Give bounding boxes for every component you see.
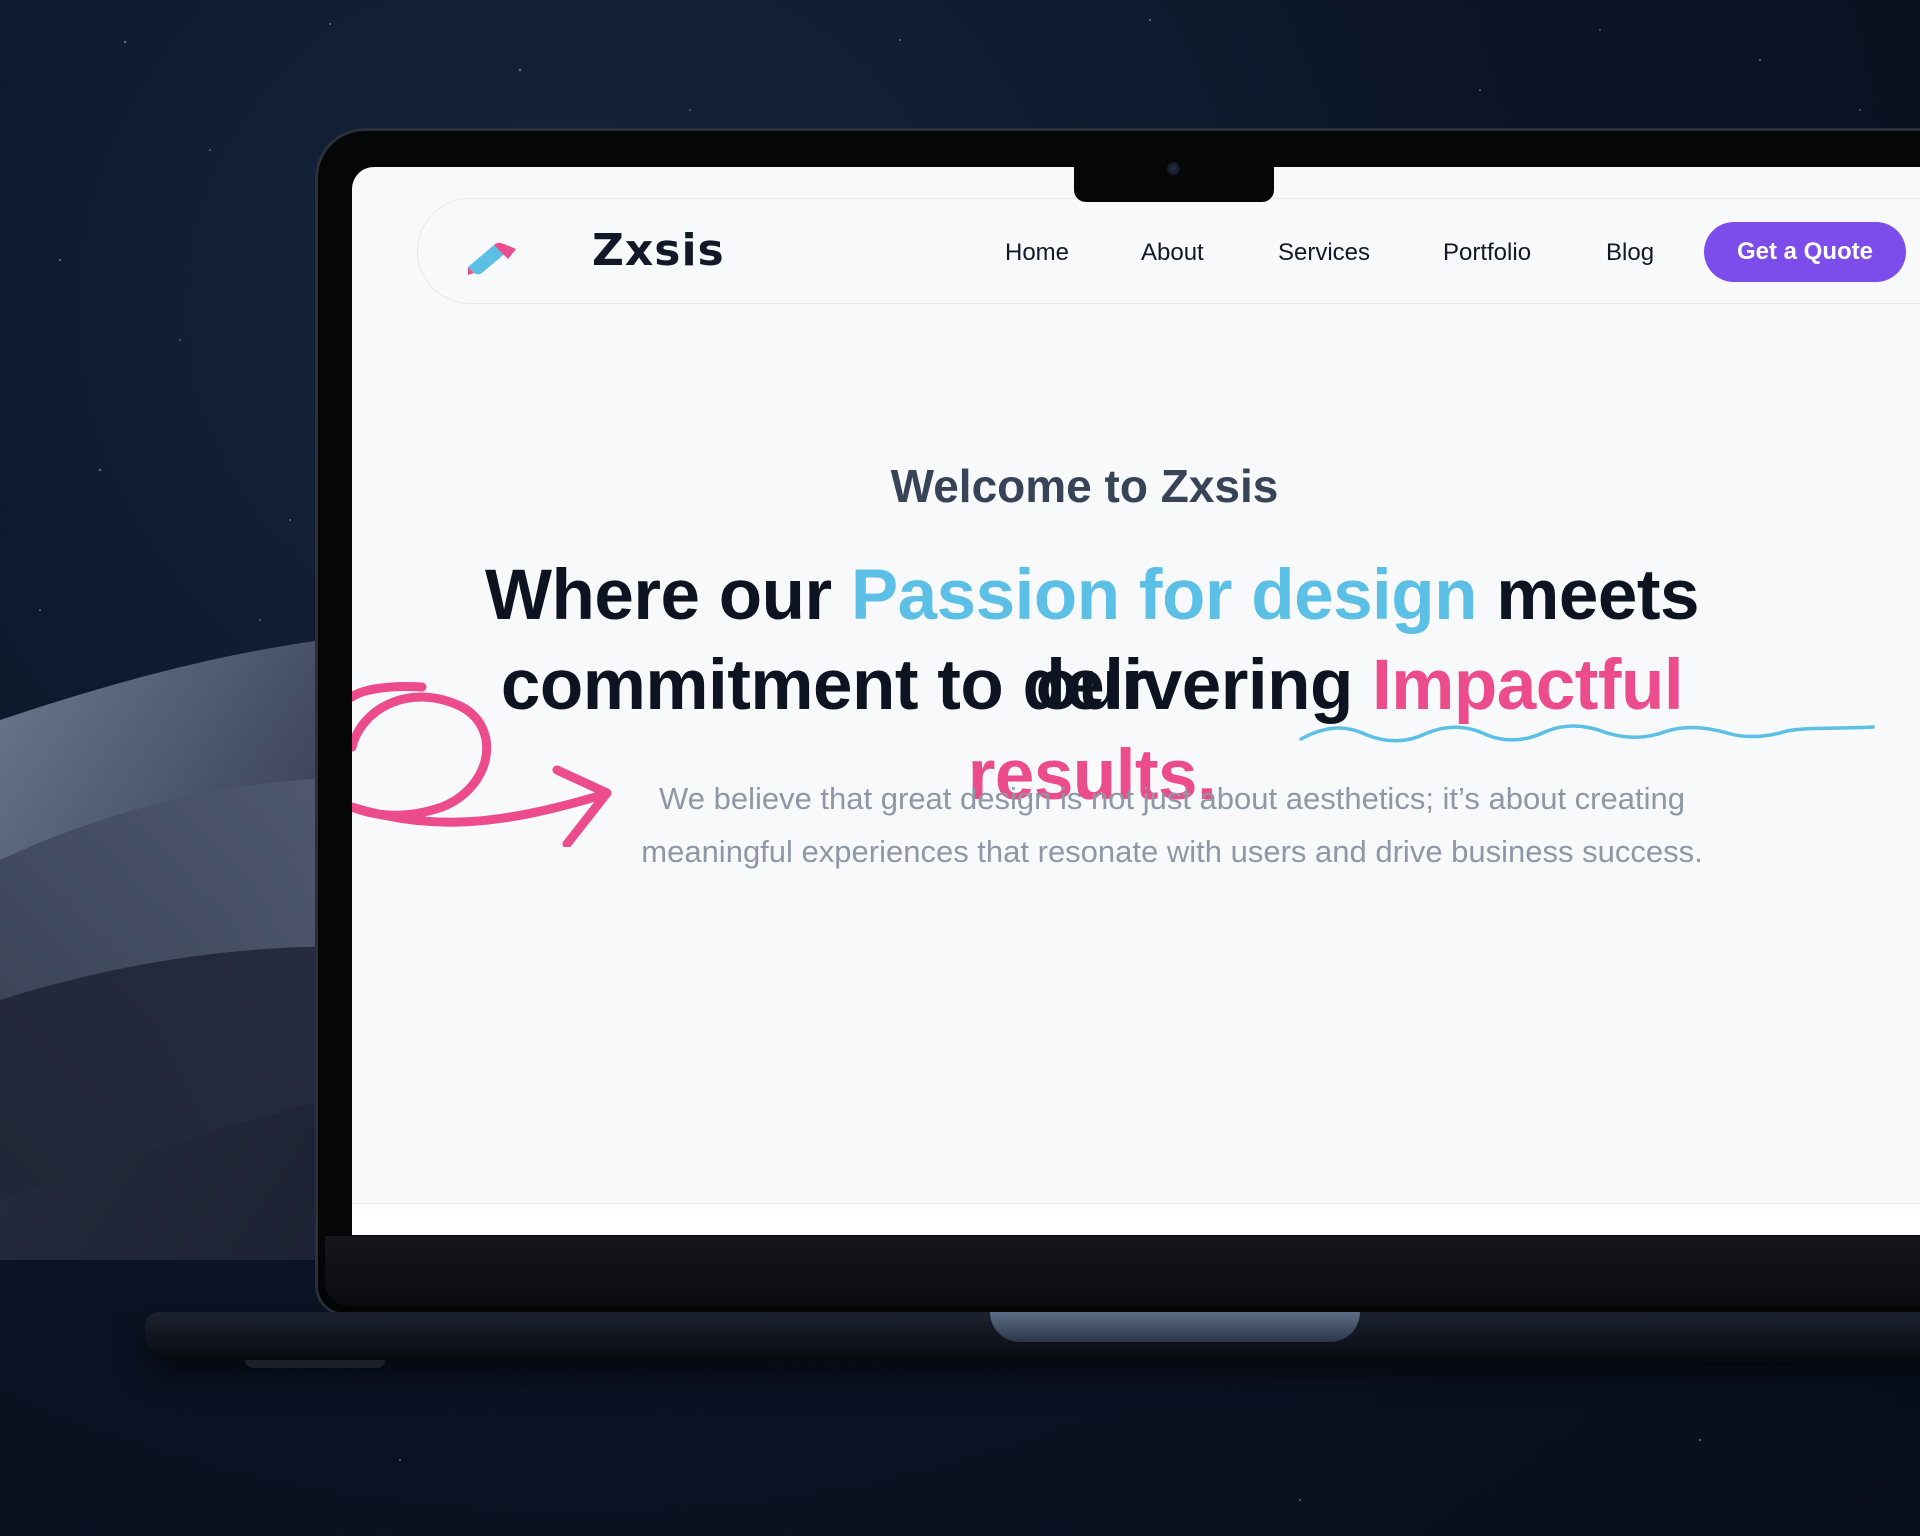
- wavy-underline-icon: [1299, 724, 1875, 743]
- nav-blog[interactable]: Blog: [1606, 239, 1654, 267]
- hero-description-line-1: We believe that great design is not just…: [659, 781, 1685, 816]
- nav-services[interactable]: Services: [1278, 239, 1370, 267]
- hero-welcome: Welcome to Zxsis: [890, 460, 1279, 512]
- headline-text: Where our: [485, 556, 851, 635]
- get-a-quote-button[interactable]: Get a Quote: [1704, 222, 1906, 282]
- laptop-screen: Zxsis Home About Services Portfolio Blog…: [352, 167, 1920, 1235]
- nav-portfolio[interactable]: Portfolio: [1443, 239, 1531, 267]
- brand-logo-icon[interactable]: [464, 235, 520, 279]
- laptop-chin: [325, 1236, 1920, 1306]
- headline-text: commitment to delivering: [500, 646, 1373, 725]
- headline-highlight-passion: Passion for design: [850, 556, 1478, 635]
- screen-bottom-section: [352, 1203, 1920, 1235]
- laptop-hinge-notch: [990, 1312, 1360, 1342]
- camera-icon: [1167, 162, 1180, 175]
- laptop-foot: [245, 1360, 385, 1368]
- hero-description-line-2: meaningful experiences that resonate wit…: [641, 834, 1703, 869]
- nav-about[interactable]: About: [1141, 239, 1204, 267]
- nav-home[interactable]: Home: [1005, 239, 1069, 267]
- brand-name[interactable]: Zxsis: [592, 225, 725, 276]
